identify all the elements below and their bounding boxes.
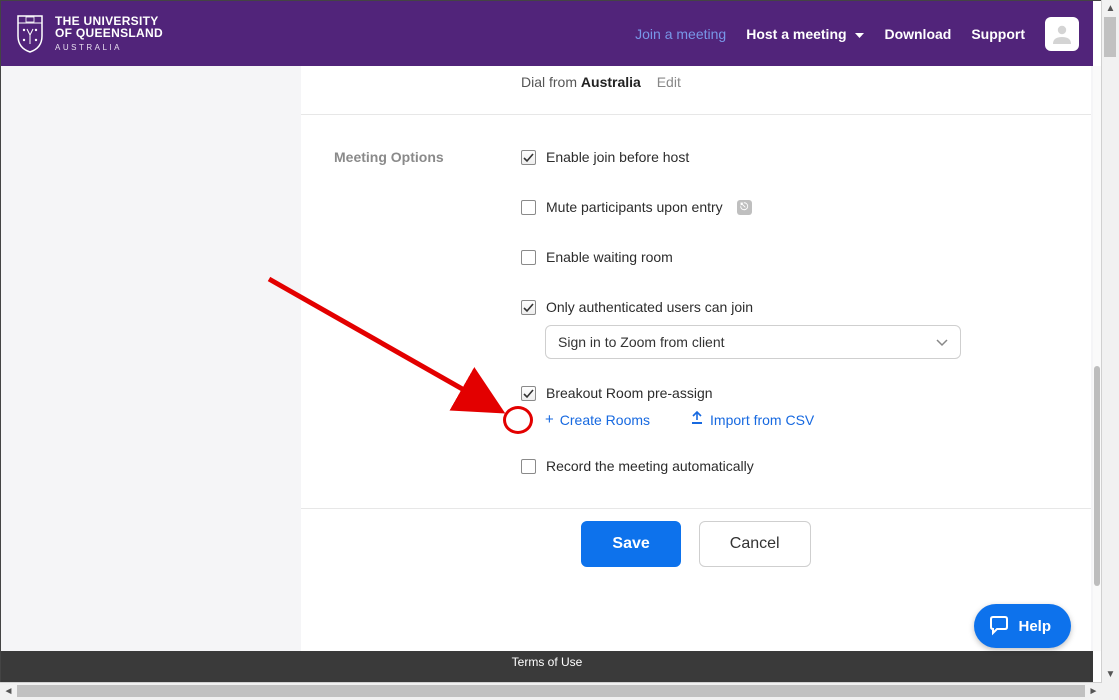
person-icon bbox=[1050, 22, 1074, 46]
import-csv-label: Import from CSV bbox=[710, 412, 814, 428]
auth-select-value: Sign in to Zoom from client bbox=[558, 334, 725, 350]
footer-terms-link[interactable]: Terms of Use bbox=[512, 655, 583, 669]
help-label: Help bbox=[1018, 618, 1051, 635]
create-rooms-link[interactable]: + Create Rooms bbox=[545, 411, 650, 428]
checkbox-join-before-host[interactable] bbox=[521, 150, 536, 165]
caret-down-icon bbox=[855, 26, 864, 42]
label-breakout-preassign: Breakout Room pre-assign bbox=[546, 385, 713, 401]
checkbox-mute-on-entry[interactable] bbox=[521, 200, 536, 215]
scroll-down-icon[interactable]: ▼ bbox=[1102, 666, 1119, 683]
checkbox-auth-users[interactable] bbox=[521, 300, 536, 315]
dial-edit-link[interactable]: Edit bbox=[657, 74, 681, 90]
label-record-auto: Record the meeting automatically bbox=[546, 458, 754, 474]
label-waiting-room: Enable waiting room bbox=[546, 249, 673, 265]
nav-download[interactable]: Download bbox=[884, 26, 951, 42]
footer: Terms of Use bbox=[1, 651, 1093, 682]
scroll-left-icon[interactable]: ◄ bbox=[0, 683, 17, 700]
nav-host-label: Host a meeting bbox=[746, 26, 846, 42]
auth-method-select[interactable]: Sign in to Zoom from client bbox=[545, 325, 961, 359]
chat-icon bbox=[988, 615, 1010, 637]
nav-support[interactable]: Support bbox=[971, 26, 1025, 42]
content-scrollbar[interactable] bbox=[1093, 66, 1101, 651]
scrollbar-thumb[interactable] bbox=[1094, 366, 1100, 586]
cancel-button[interactable]: Cancel bbox=[699, 521, 811, 567]
scroll-right-icon[interactable]: ► bbox=[1085, 683, 1102, 700]
save-button[interactable]: Save bbox=[581, 521, 680, 567]
uni-name-line3: AUSTRALIA bbox=[55, 44, 163, 52]
label-join-before-host: Enable join before host bbox=[546, 149, 689, 165]
checkbox-waiting-room[interactable] bbox=[521, 250, 536, 265]
scroll-up-icon[interactable]: ▲ bbox=[1102, 0, 1119, 17]
dial-from-row: Dial from Australia Edit bbox=[301, 66, 1091, 114]
label-auth-users: Only authenticated users can join bbox=[546, 299, 753, 315]
vscroll-thumb[interactable] bbox=[1104, 17, 1116, 57]
hscroll-thumb[interactable] bbox=[17, 685, 1085, 697]
uq-logo[interactable]: THE UNIVERSITY OF QUEENSLAND AUSTRALIA bbox=[15, 14, 163, 54]
avatar[interactable] bbox=[1045, 17, 1079, 51]
help-button[interactable]: Help bbox=[974, 604, 1071, 648]
section-heading: Meeting Options bbox=[301, 149, 521, 508]
dial-prefix: Dial from bbox=[521, 74, 577, 90]
upload-icon bbox=[690, 411, 704, 428]
sidebar-placeholder bbox=[1, 66, 301, 651]
window-vscrollbar[interactable]: ▲ ▼ bbox=[1101, 0, 1119, 683]
nav-join-meeting[interactable]: Join a meeting bbox=[635, 26, 726, 42]
nav-host-meeting[interactable]: Host a meeting bbox=[746, 26, 864, 42]
import-csv-link[interactable]: Import from CSV bbox=[690, 411, 814, 428]
label-mute-on-entry: Mute participants upon entry bbox=[546, 199, 723, 215]
section-divider-2 bbox=[301, 508, 1091, 509]
plus-icon: + bbox=[545, 411, 554, 428]
settings-panel: Dial from Australia Edit Meeting Options… bbox=[301, 66, 1091, 651]
app-header: THE UNIVERSITY OF QUEENSLAND AUSTRALIA J… bbox=[1, 1, 1093, 66]
create-rooms-label: Create Rooms bbox=[560, 412, 650, 428]
uni-name-line2: OF QUEENSLAND bbox=[55, 27, 163, 40]
checkbox-record-auto[interactable] bbox=[521, 459, 536, 474]
dial-country: Australia bbox=[581, 74, 641, 90]
chevron-down-icon bbox=[936, 334, 948, 350]
window-hscrollbar[interactable]: ◄ ► bbox=[0, 682, 1102, 700]
scrollbar-corner bbox=[1102, 683, 1119, 700]
info-icon[interactable]: ⎋ bbox=[737, 200, 752, 215]
crest-icon bbox=[15, 14, 45, 54]
checkbox-breakout-preassign[interactable] bbox=[521, 386, 536, 401]
